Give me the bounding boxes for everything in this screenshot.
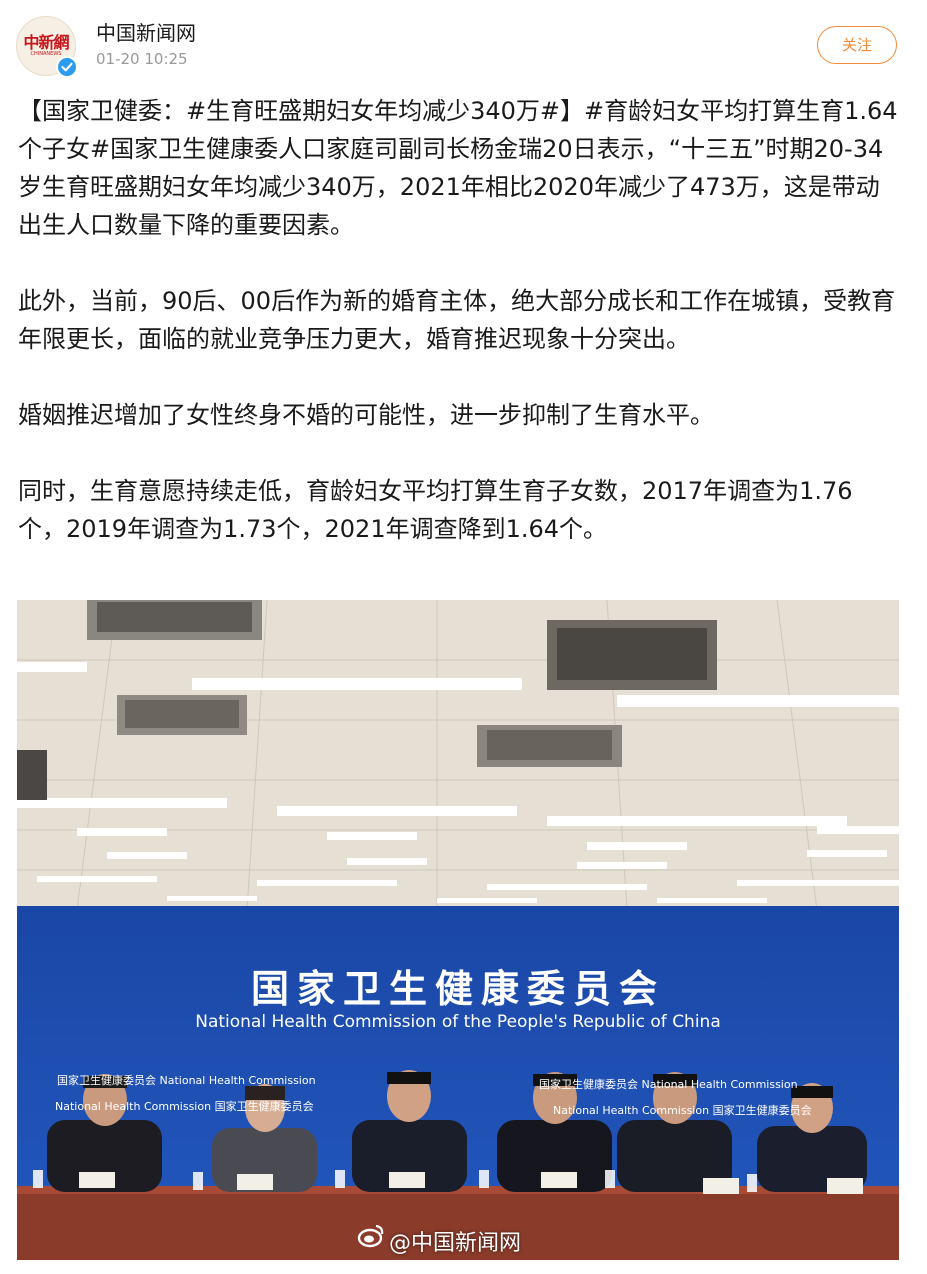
weibo-logo-icon (357, 1224, 384, 1248)
watermark: @中国新闻网 (389, 1231, 522, 1256)
avatar-logo-text: 中新網 (23, 33, 69, 52)
paragraph-3: 婚姻推迟增加了女性终身不婚的可能性，进一步抑制了生育水平。 (18, 401, 714, 429)
paragraph-1: 【国家卫健委：#生育旺盛期妇女年均减少340万#】#育龄妇女平均打算生育1.64… (18, 92, 898, 244)
sign-right-top: 国家卫生健康委员会 National Health Commission (539, 1078, 798, 1091)
post-content: 【国家卫健委：#生育旺盛期妇女年均减少340万#】#育龄妇女平均打算生育1.64… (18, 92, 898, 586)
banner-title: 国家卫生健康委员会 (250, 967, 665, 1011)
sign-right-bottom: National Health Commission 国家卫生健康委员会 (553, 1104, 812, 1117)
verified-icon (56, 56, 78, 78)
banner-subtitle: National Health Commission of the People… (195, 1012, 721, 1032)
weibo-post: 中新網 CHINANEWS 中国新闻网 01-20 10:25 关注 【国家卫健… (0, 0, 927, 1274)
post-time[interactable]: 01-20 10:25 (96, 49, 188, 69)
sign-left-bottom: National Health Commission 国家卫生健康委员会 (55, 1100, 314, 1113)
press-conference-illustration (17, 600, 899, 1260)
paragraph-4: 同时，生育意愿持续走低，育龄妇女平均打算生育子女数，2017年调查为1.76个，… (18, 477, 853, 543)
follow-button[interactable]: 关注 (817, 26, 897, 64)
sign-left-top: 国家卫生健康委员会 National Health Commission (57, 1074, 316, 1087)
post-header: 中新網 CHINANEWS 中国新闻网 01-20 10:25 关注 (16, 14, 909, 78)
author-name[interactable]: 中国新闻网 (96, 20, 196, 46)
paragraph-1-text: 国家卫生健康委人口家庭司副司长杨金瑞20日表示，“十三五”时期20-34岁生育旺… (18, 135, 884, 239)
post-photo[interactable]: 国家卫生健康委员会 National Health Commission of … (17, 600, 899, 1260)
paragraph-2: 此外，当前，90后、00后作为新的婚育主体，绝大部分成长和工作在城镇，受教育年限… (18, 287, 896, 353)
